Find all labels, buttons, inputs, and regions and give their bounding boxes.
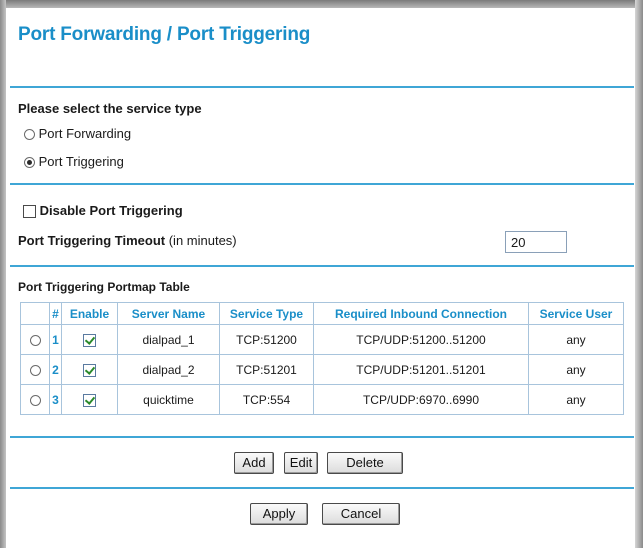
row-select-cell	[20, 384, 50, 415]
column-header-server-name: Server Name	[117, 302, 220, 325]
window-frame-left	[0, 0, 6, 548]
timeout-input[interactable]: 20	[505, 231, 567, 253]
row-enable-cell	[61, 324, 118, 355]
row-service-type: TCP:51200	[219, 324, 314, 355]
row-select-radio[interactable]	[29, 394, 41, 406]
row-select-radio[interactable]	[29, 334, 41, 346]
apply-button[interactable]: Apply	[250, 503, 308, 525]
table-row: 3 quicktime TCP:554 TCP/UDP:6970..6990 a…	[20, 384, 624, 415]
radio-port-triggering-control[interactable]	[24, 157, 35, 169]
window-frame-top	[0, 0, 643, 8]
row-service-user: any	[528, 384, 624, 415]
cancel-button[interactable]: Cancel	[322, 503, 400, 525]
table-row: 2 dialpad_2 TCP:51201 TCP/UDP:51201..512…	[20, 354, 624, 385]
disable-port-triggering[interactable]: Disable Port Triggering	[23, 203, 183, 219]
row-enable-checkbox[interactable]	[83, 393, 96, 407]
disable-port-triggering-label: Disable Port Triggering	[39, 203, 183, 218]
row-server-name: dialpad_2	[117, 354, 220, 385]
row-number: 2	[49, 354, 62, 385]
timeout-label: Port Triggering Timeout (in minutes)	[18, 233, 237, 248]
row-enable-checkbox[interactable]	[83, 333, 96, 347]
timeout-label-bold: Port Triggering Timeout	[18, 233, 166, 248]
radio-port-triggering[interactable]: Port Triggering	[24, 154, 124, 169]
row-inbound: TCP/UDP:51201..51201	[313, 354, 529, 385]
timeout-label-suffix: (in minutes)	[165, 233, 237, 248]
row-select-cell	[20, 354, 50, 385]
edit-button[interactable]: Edit	[284, 452, 318, 474]
row-enable-cell	[61, 354, 118, 385]
row-select-radio[interactable]	[29, 364, 41, 376]
divider	[10, 86, 634, 88]
row-enable-cell	[61, 384, 118, 415]
radio-port-forwarding-control[interactable]	[24, 129, 35, 141]
add-button[interactable]: Add	[234, 452, 274, 474]
column-header-service-type: Service Type	[219, 302, 314, 325]
row-inbound: TCP/UDP:51200..51200	[313, 324, 529, 355]
row-number: 1	[49, 324, 62, 355]
page-title: Port Forwarding / Port Triggering	[18, 24, 311, 45]
column-header-select	[20, 302, 50, 325]
column-header-number: #	[49, 302, 62, 325]
row-service-user: any	[528, 324, 624, 355]
service-type-heading: Please select the service type	[18, 101, 202, 116]
row-server-name: quicktime	[117, 384, 220, 415]
table-header-row: # Enable Server Name Service Type Requir…	[20, 302, 624, 325]
radio-port-forwarding[interactable]: Port Forwarding	[24, 126, 131, 141]
disable-port-triggering-checkbox[interactable]	[23, 205, 36, 219]
portmap-table: # Enable Server Name Service Type Requir…	[20, 302, 624, 415]
row-service-type: TCP:51201	[219, 354, 314, 385]
radio-port-forwarding-label: Port Forwarding	[38, 126, 132, 141]
column-header-enable: Enable	[61, 302, 118, 325]
table-row: 1 dialpad_1 TCP:51200 TCP/UDP:51200..512…	[20, 324, 624, 355]
window-frame-right	[635, 0, 643, 548]
row-inbound: TCP/UDP:6970..6990	[313, 384, 529, 415]
delete-button[interactable]: Delete	[327, 452, 403, 474]
divider	[10, 436, 634, 438]
divider	[10, 487, 634, 489]
row-service-type: TCP:554	[219, 384, 314, 415]
divider	[10, 265, 634, 267]
radio-port-triggering-label: Port Triggering	[38, 154, 124, 169]
row-number: 3	[49, 384, 62, 415]
row-enable-checkbox[interactable]	[83, 363, 96, 377]
divider	[10, 183, 634, 185]
row-server-name: dialpad_1	[117, 324, 220, 355]
row-service-user: any	[528, 354, 624, 385]
row-select-cell	[20, 324, 50, 355]
column-header-service-user: Service User	[528, 302, 624, 325]
portmap-table-heading: Port Triggering Portmap Table	[18, 280, 190, 294]
column-header-inbound: Required Inbound Connection	[313, 302, 529, 325]
